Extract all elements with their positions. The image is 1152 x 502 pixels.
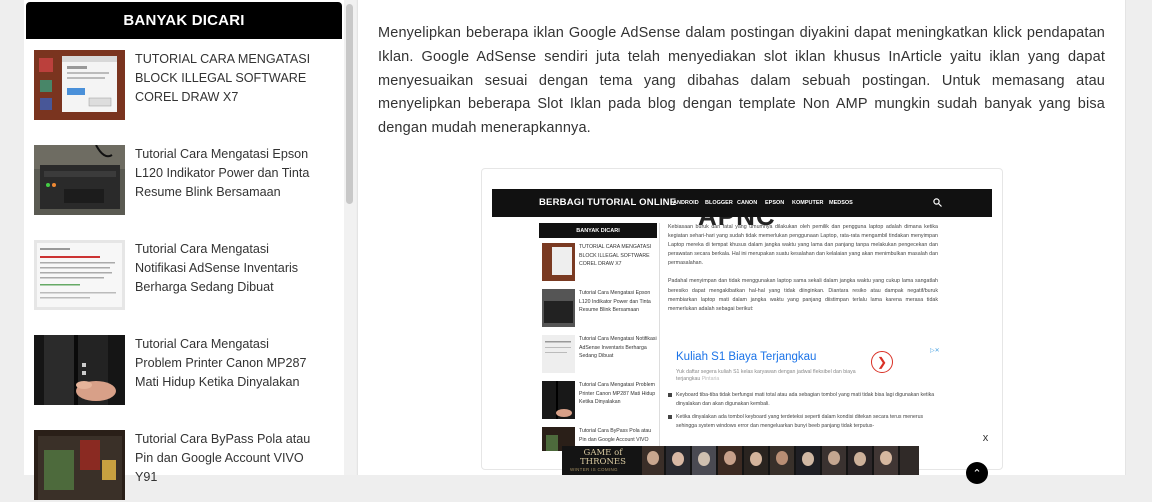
embedded-thumb bbox=[542, 289, 575, 327]
ad-logo: GAME of THRONES bbox=[580, 449, 626, 466]
article-paragraph: Menyelipkan beberapa iklan Google AdSens… bbox=[378, 25, 1105, 137]
embedded-ad-desc: Yuk daftar segera kuliah S1 kelas karyaw… bbox=[676, 369, 876, 383]
ad-close-button[interactable]: x bbox=[979, 431, 992, 444]
embedded-paragraph: Padahal menyimpan dan tidak menggunakan … bbox=[668, 278, 938, 312]
sidebar-post-item[interactable]: Tutorial Cara Mengatasi Notifikasi AdSen… bbox=[34, 240, 342, 312]
embedded-ad-title: Kuliah S1 Biaya Terjangkau bbox=[676, 351, 817, 363]
embedded-navbar: BERBAGI TUTORIAL ONLINE ANDROID BLOGGER … bbox=[492, 189, 992, 217]
post-thumbnail-canon[interactable] bbox=[34, 335, 125, 405]
embedded-thumb bbox=[542, 381, 575, 419]
embedded-menu-item: BLOGGER bbox=[705, 200, 733, 206]
embedded-bullet: Ketika dinyalakan ada tombol keyboard ya… bbox=[668, 413, 938, 431]
embedded-post-title: Tutorial Cara Mengatasi Notifikasi AdSen… bbox=[579, 336, 657, 359]
post-thumbnail-epson[interactable] bbox=[34, 145, 125, 215]
post-title[interactable]: Tutorial Cara Mengatasi Epson L120 Indik… bbox=[135, 145, 317, 202]
sidebar-post-item[interactable]: TUTORIAL CARA MENGATASI BLOCK ILLEGAL SO… bbox=[34, 50, 342, 122]
embedded-search-icon bbox=[933, 198, 942, 207]
post-title[interactable]: TUTORIAL CARA MENGATASI BLOCK ILLEGAL SO… bbox=[135, 50, 317, 107]
embedded-post-title: TUTORIAL CARA MENGATASI BLOCK ILLEGAL SO… bbox=[579, 244, 652, 267]
embedded-post-title: Tutorial Cara Mengatasi Problem Printer … bbox=[579, 382, 656, 405]
post-thumbnail-vivo[interactable] bbox=[34, 430, 125, 500]
embedded-screenshot: APNC BERBAGI TUTORIAL ONLINE ANDROID BLO… bbox=[492, 189, 992, 451]
embedded-widget-title: BANYAK DICARI bbox=[539, 223, 657, 238]
embedded-content: Kebiasaan buruk dan fatal yang umumnya d… bbox=[668, 223, 938, 314]
post-title[interactable]: Tutorial Cara Mengatasi Notifikasi AdSen… bbox=[135, 240, 317, 297]
embedded-menu-item: KOMPUTER bbox=[792, 200, 824, 206]
embedded-divider bbox=[659, 223, 660, 451]
widget-title: BANYAK DICARI bbox=[26, 2, 342, 39]
embedded-ad-arrow-icon: ❯ bbox=[871, 351, 893, 373]
embedded-paragraph: Kebiasaan buruk dan fatal yang umumnya d… bbox=[668, 224, 939, 267]
embedded-bullet-list: Keyboard tiba-tiba tidak berfungsi mati … bbox=[668, 391, 938, 435]
embedded-post-title: Tutorial Cara ByPass Pola atau Pin dan G… bbox=[579, 428, 652, 443]
post-title[interactable]: Tutorial Cara Mengatasi Problem Printer … bbox=[135, 335, 317, 392]
post-title[interactable]: Tutorial Cara ByPass Pola atau Pin dan G… bbox=[135, 430, 317, 487]
ad-logo-line2: THRONES bbox=[580, 456, 626, 467]
article-screenshot-image: APNC BERBAGI TUTORIAL ONLINE ANDROID BLO… bbox=[481, 168, 1003, 470]
embedded-menu-item: MEDSOS bbox=[829, 200, 853, 206]
embedded-post: Tutorial Cara Mengatasi Epson L120 Indik… bbox=[542, 289, 657, 329]
embedded-ad: Kuliah S1 Biaya Terjangkau Yuk daftar se… bbox=[668, 345, 940, 385]
sidebar-scrollbar-thumb[interactable] bbox=[346, 4, 353, 204]
post-thumbnail-corel[interactable] bbox=[34, 50, 125, 120]
embedded-brand: BERBAGI TUTORIAL ONLINE bbox=[539, 197, 677, 208]
embedded-post: TUTORIAL CARA MENGATASI BLOCK ILLEGAL SO… bbox=[542, 243, 657, 283]
embedded-post: Tutorial Cara Mengatasi Notifikasi AdSen… bbox=[542, 335, 657, 375]
sidebar-post-item[interactable]: Tutorial Cara Mengatasi Epson L120 Indik… bbox=[34, 145, 342, 217]
embedded-bullet: Keyboard tiba-tiba tidak berfungsi mati … bbox=[668, 391, 938, 409]
embedded-menu-item: CANON bbox=[737, 200, 758, 206]
sidebar-post-item[interactable]: Tutorial Cara Mengatasi Problem Printer … bbox=[34, 335, 342, 407]
scroll-to-top-button[interactable]: ⌃ bbox=[966, 462, 988, 484]
embedded-thumb bbox=[542, 335, 575, 373]
post-thumbnail-adsense[interactable] bbox=[34, 240, 125, 310]
embedded-sidebar: BANYAK DICARI TUTORIAL CARA MENGATASI BL… bbox=[539, 223, 657, 451]
embedded-post: Tutorial Cara Mengatasi Problem Printer … bbox=[542, 381, 657, 421]
embedded-thumb bbox=[542, 243, 575, 281]
embedded-ad-brand: Pintaria bbox=[701, 376, 720, 382]
embedded-post-title: Tutorial Cara Mengatasi Epson L120 Indik… bbox=[579, 290, 651, 313]
embedded-menu-item: EPSON bbox=[765, 200, 785, 206]
embedded-adchoices-icon: ▷✕ bbox=[930, 348, 940, 354]
bottom-anchor-ad[interactable]: GAME of THRONES WINTER IS COMING bbox=[562, 446, 919, 475]
sidebar-widget: BANYAK DICARI TUTORIAL CARA MENGATASI BL… bbox=[24, 0, 344, 500]
article-body: Menyelipkan beberapa iklan Google AdSens… bbox=[357, 0, 1126, 475]
sidebar-post-item[interactable]: Tutorial Cara ByPass Pola atau Pin dan G… bbox=[34, 430, 342, 502]
embedded-menu-item: ANDROID bbox=[673, 200, 699, 206]
ad-tagline: WINTER IS COMING bbox=[570, 467, 618, 472]
